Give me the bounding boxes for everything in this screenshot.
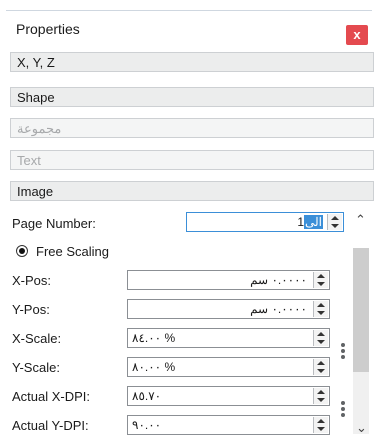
section-image[interactable]: Image [10, 181, 374, 201]
page-number-input[interactable]: 1الى [186, 212, 344, 232]
x-pos-spinner[interactable] [313, 272, 328, 288]
section-xyz[interactable]: X, Y, Z [10, 52, 374, 72]
page-number-selected-text: الى [304, 215, 323, 229]
x-scale-label: X-Scale: [12, 331, 62, 346]
y-pos-value: ٠.٠٠٠٠ سم [250, 302, 307, 316]
spin-up-icon[interactable] [317, 303, 325, 307]
y-scale-value: ٨٠.٠٠ % [132, 360, 176, 374]
free-scaling-label: Free Scaling [36, 244, 109, 259]
panel-header: Properties x [6, 10, 372, 47]
chevron-up-icon[interactable]: ⌃ [355, 212, 366, 228]
x-scale-value: ٨٤.٠٠ % [132, 331, 176, 345]
spin-up-icon[interactable] [317, 274, 325, 278]
free-scaling-radio[interactable] [16, 245, 28, 257]
x-pos-input[interactable]: ٠.٠٠٠٠ سم [127, 270, 330, 290]
chevron-down-icon[interactable]: ⌄ [356, 420, 367, 436]
panel-title: Properties [16, 21, 80, 37]
page-number-prefix: 1 [297, 215, 304, 229]
actual-y-dpi-input[interactable]: ٩٠.٠٠ [127, 415, 330, 435]
spin-down-icon[interactable] [317, 369, 325, 373]
y-scale-label: Y-Scale: [12, 360, 60, 375]
actual-x-dpi-spinner[interactable] [313, 388, 328, 404]
spin-up-icon[interactable] [331, 216, 339, 220]
y-pos-spinner[interactable] [313, 301, 328, 317]
spin-up-icon[interactable] [317, 332, 325, 336]
x-pos-label: X-Pos: [12, 273, 52, 288]
section-group: مجموعة [10, 118, 374, 138]
actual-x-dpi-input[interactable]: ٨٥.٧٠ [127, 386, 330, 406]
actual-y-dpi-label: Actual Y-DPI: [12, 418, 89, 433]
y-pos-input[interactable]: ٠.٠٠٠٠ سم [127, 299, 330, 319]
section-shape[interactable]: Shape [10, 87, 374, 107]
actual-y-dpi-value: ٩٠.٠٠ [132, 418, 162, 432]
scrollbar-thumb[interactable] [353, 248, 369, 372]
spin-up-icon[interactable] [317, 419, 325, 423]
spin-down-icon[interactable] [317, 282, 325, 286]
spin-down-icon[interactable] [331, 224, 339, 228]
y-scale-input[interactable]: ٨٠.٠٠ % [127, 357, 330, 377]
actual-x-dpi-value: ٨٥.٧٠ [132, 389, 162, 403]
section-text: Text [10, 150, 374, 170]
y-scale-spinner[interactable] [313, 359, 328, 375]
vertical-scrollbar[interactable] [350, 248, 372, 434]
page-number-value: 1الى [297, 213, 323, 231]
y-pos-label: Y-Pos: [12, 302, 50, 317]
spin-down-icon[interactable] [317, 398, 325, 402]
actual-x-dpi-label: Actual X-DPI: [12, 389, 91, 404]
page-number-label: Page Number: [12, 216, 96, 231]
x-scale-spinner[interactable] [313, 330, 328, 346]
spin-down-icon[interactable] [317, 340, 325, 344]
spin-down-icon[interactable] [317, 311, 325, 315]
spin-up-icon[interactable] [317, 361, 325, 365]
close-button[interactable]: x [346, 25, 368, 45]
spin-up-icon[interactable] [317, 390, 325, 394]
spin-down-icon[interactable] [317, 427, 325, 431]
x-scale-input[interactable]: ٨٤.٠٠ % [127, 328, 330, 348]
x-pos-value: ٠.٠٠٠٠ سم [250, 273, 307, 287]
page-number-spinner[interactable] [327, 214, 342, 230]
actual-y-dpi-spinner[interactable] [313, 417, 328, 433]
